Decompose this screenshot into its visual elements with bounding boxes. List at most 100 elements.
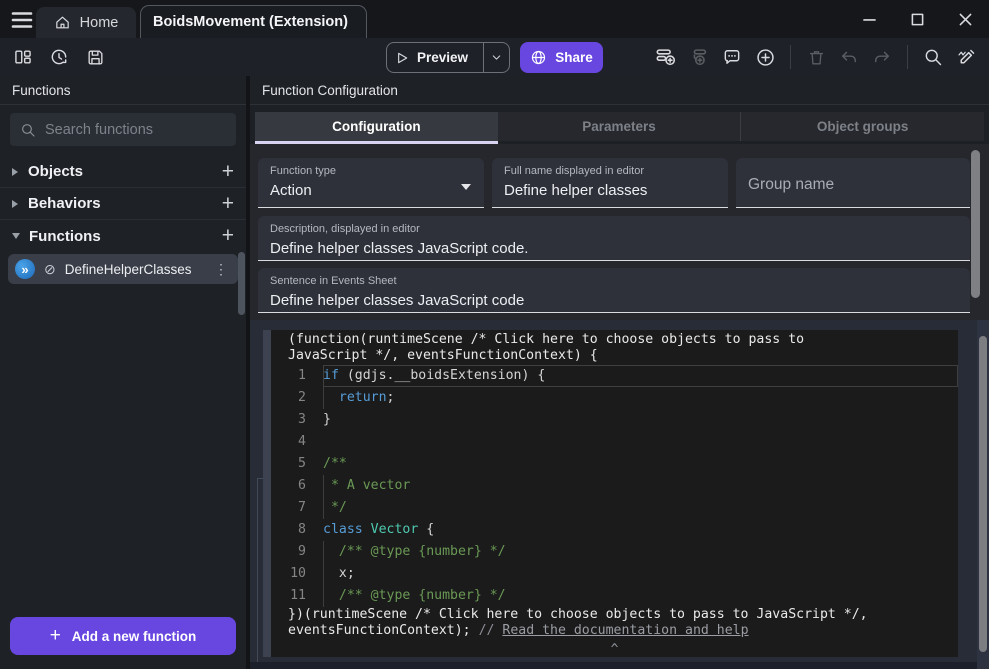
code-line[interactable]: 7 */ [271,497,958,519]
group-name-field[interactable]: Group name [736,158,970,208]
add-comment-icon[interactable] [719,44,745,70]
function-item-definehelperclasses[interactable]: » ⊘ DefineHelperClasses ⋮ [8,254,238,284]
events-scrollbar-track[interactable] [977,320,989,669]
sidebar-header: Functions [0,76,246,105]
tab-configuration[interactable]: Configuration [255,112,498,141]
edit-pen-icon[interactable] [953,44,979,70]
tab-boidsmovement[interactable]: BoidsMovement (Extension) [140,5,367,38]
home-icon [54,14,71,31]
collapse-caret[interactable]: ^ [271,642,958,657]
code-line[interactable]: 1if (gdjs.__boidsExtension) { [271,365,958,387]
plus-icon: + [50,625,61,647]
search-icon[interactable] [920,44,946,70]
code-line[interactable]: 11 /** @type {number} */ [271,585,958,607]
globe-icon [530,49,547,66]
save-icon[interactable] [82,44,108,70]
share-button[interactable]: Share [520,42,603,73]
maximize-icon[interactable] [909,11,925,27]
code-line[interactable]: 8class Vector { [271,519,958,541]
events-scrollbar-thumb[interactable] [979,336,987,652]
sidebar-section-objects[interactable]: Objects + [0,156,246,188]
full-name-value: Define helper classes [504,182,716,199]
add-subevent-icon[interactable] [686,44,712,70]
tab-active-label: BoidsMovement (Extension) [153,14,348,30]
version-history-icon[interactable] [46,44,72,70]
toolbar: Preview Share [0,38,989,76]
sidebar-scrollbar[interactable] [238,252,245,315]
project-manager-icon[interactable] [10,44,36,70]
configuration-tabbar: Configuration Parameters Object groups [255,112,984,144]
code-line[interactable]: 9 /** @type {number} */ [271,541,958,563]
add-new-function-button[interactable]: + Add a new function [10,617,236,655]
function-configuration-panel: Function Configuration Configuration Par… [250,76,989,669]
undo-icon[interactable] [836,44,862,70]
dropdown-caret-icon [461,184,471,190]
kebab-menu-icon[interactable]: ⋮ [214,261,228,278]
functions-sidebar: Functions Objects + Behaviors + Function… [0,76,246,669]
sentence-field[interactable]: Sentence in Events Sheet Define helper c… [258,268,970,313]
share-label: Share [555,50,593,65]
full-name-label: Full name displayed in editor [504,165,716,177]
configuration-form: Function type Action Full name displayed… [250,144,989,320]
code-line[interactable]: 4 [271,431,958,453]
description-value: Define helper classes JavaScript code. [270,240,958,257]
titlebar: Home BoidsMovement (Extension) [0,0,989,38]
close-window-icon[interactable] [957,11,973,27]
events-bottom-band [250,662,977,669]
add-object-icon[interactable]: + [222,162,234,182]
add-event-icon[interactable] [653,44,679,70]
code-line[interactable]: 6 * A vector [271,475,958,497]
minimize-icon[interactable] [861,11,877,27]
description-field[interactable]: Description, displayed in editor Define … [258,216,970,261]
search-functions-icon [20,122,36,138]
config-scrollbar[interactable] [971,150,980,298]
menu-icon[interactable] [9,8,35,32]
tab-parameters[interactable]: Parameters [498,112,742,141]
toolbar-divider [790,45,791,69]
delete-icon[interactable] [803,44,829,70]
visibility-off-icon: ⊘ [44,261,56,278]
function-type-select[interactable]: Function type Action [258,158,484,208]
events-sheet: (function(runtimeScene /* Click here to … [250,320,989,669]
tab-object-groups[interactable]: Object groups [741,112,984,141]
function-gear-icon: » [15,259,35,279]
preview-dropdown-icon[interactable] [484,51,509,64]
section-label: Behaviors [28,195,101,212]
code-line[interactable]: 5/** [271,453,958,475]
full-name-field[interactable]: Full name displayed in editor Define hel… [492,158,728,208]
group-name-placeholder: Group name [748,176,958,194]
code-lines[interactable]: 1if (gdjs.__boidsExtension) {2 return;3}… [271,365,958,607]
sidebar-section-functions[interactable]: Functions + [0,220,246,252]
sidebar-section-behaviors[interactable]: Behaviors + [0,188,246,220]
play-icon [387,50,417,66]
sentence-value: Define helper classes JavaScript code [270,292,958,309]
code-footer[interactable]: })(runtimeScene /* Click here to choose … [271,607,958,638]
preview-label: Preview [417,50,483,65]
add-function-icon[interactable]: + [222,226,234,246]
preview-button[interactable]: Preview [386,42,510,73]
section-label: Objects [28,163,83,180]
toolbar-right [653,38,979,76]
code-line[interactable]: 2 return; [271,387,958,409]
event-connector-line [257,478,258,667]
function-type-label: Function type [270,165,472,177]
add-other-event-icon[interactable] [752,44,778,70]
chevron-right-icon [12,200,18,208]
javascript-code-editor[interactable]: (function(runtimeScene /* Click here to … [271,330,958,657]
toolbar-left [10,38,108,76]
search-functions-box[interactable] [10,113,236,146]
chevron-down-icon [12,233,20,239]
function-type-value: Action [270,182,472,199]
code-line[interactable]: 3} [271,409,958,431]
tab-home[interactable]: Home [36,7,136,38]
tab-home-label: Home [80,15,119,31]
search-functions-input[interactable] [45,122,215,138]
code-line[interactable]: 10 x; [271,563,958,585]
redo-icon[interactable] [869,44,895,70]
toolbar-divider [907,45,908,69]
section-label: Functions [29,228,101,245]
add-behavior-icon[interactable]: + [222,194,234,214]
code-header[interactable]: (function(runtimeScene /* Click here to … [271,330,958,363]
event-handle-bar[interactable] [263,330,271,657]
documentation-link[interactable]: Read the documentation and help [502,623,748,638]
